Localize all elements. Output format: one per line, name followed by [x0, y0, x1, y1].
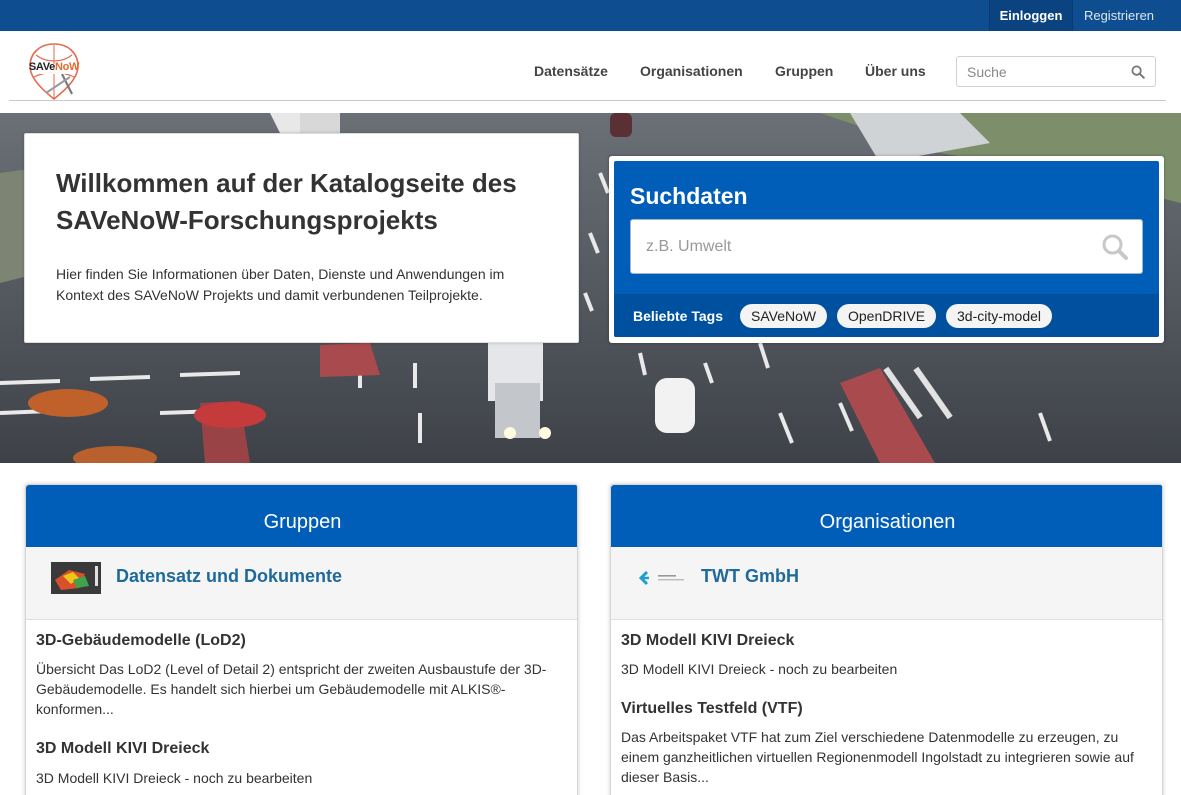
featured-organisation-title[interactable]: TWT GmbH	[701, 565, 799, 587]
nav-organisations[interactable]: Organisationen	[640, 62, 743, 80]
org-dataset-desc: 3D Modell KIVI Dreieck - noch zu bearbei…	[621, 661, 898, 677]
nav-datasets[interactable]: Datensätze	[534, 62, 608, 80]
org-dataset-desc: Das Arbeitspaket VTF hat zum Ziel versch…	[621, 729, 1134, 785]
search-card-inner: Suchdaten Beliebte Tags SAVeNoW OpenDRIV…	[614, 161, 1159, 337]
welcome-title: Willkommen auf der Katalogseite des SAVe…	[56, 168, 517, 235]
search-title: Suchdaten	[630, 183, 748, 209]
featured-group[interactable]: Datensatz und Dokumente	[26, 547, 577, 620]
organisations-panel: Organisationen TWT GmbH 3D Modell KIVI D…	[610, 484, 1163, 795]
groups-panel: Gruppen Datensatz und Dokumente 3D-Gebäu…	[25, 484, 578, 795]
group-dataset-desc: Übersicht Das LoD2 (Level of Detail 2) e…	[36, 661, 547, 717]
popular-tags-bar: Beliebte Tags SAVeNoW OpenDRIVE 3d-city-…	[614, 294, 1159, 337]
welcome-text: Hier finden Sie Informationen über Daten…	[56, 266, 505, 303]
search-card: Suchdaten Beliebte Tags SAVeNoW OpenDRIV…	[609, 156, 1164, 343]
tag-opendrive[interactable]: OpenDRIVE	[837, 304, 937, 328]
org-dataset-title[interactable]: Virtuelles Testfeld (VTF)	[621, 699, 803, 719]
dataset-search-field	[630, 219, 1143, 274]
org-dataset-title[interactable]: 3D Modell KIVI Dreieck	[621, 631, 794, 651]
groups-title: Gruppen	[263, 511, 342, 533]
popular-tags-label: Beliebte Tags	[633, 308, 723, 324]
savenow-logo[interactable]: SAVeNoW	[24, 41, 84, 101]
masthead-divider	[9, 100, 1166, 101]
welcome-card: Willkommen auf der Katalogseite des SAVe…	[24, 133, 579, 343]
register-link[interactable]: Registrieren	[1074, 0, 1164, 31]
site-search-input[interactable]	[967, 63, 1127, 81]
search-icon[interactable]	[1101, 233, 1129, 261]
group-dataset-title[interactable]: 3D-Gebäudemodelle (LoD2)	[36, 631, 246, 651]
nav-groups[interactable]: Gruppen	[775, 62, 833, 80]
account-bar: Einloggen Registrieren	[0, 0, 1181, 31]
tag-3d-city-model[interactable]: 3d-city-model	[946, 304, 1053, 328]
twt-logo-icon	[636, 562, 686, 594]
search-icon[interactable]	[1131, 65, 1145, 79]
masthead: SAVeNoW Datensätze Organisationen Gruppe…	[0, 31, 1181, 113]
group-dataset-desc: 3D Modell KIVI Dreieck - noch zu bearbei…	[36, 770, 313, 786]
nav-about[interactable]: Über uns	[865, 62, 926, 80]
tag-savenow[interactable]: SAVeNoW	[740, 304, 828, 328]
site-search	[956, 56, 1156, 87]
featured-organisation[interactable]: TWT GmbH	[611, 547, 1162, 620]
login-link[interactable]: Einloggen	[989, 0, 1073, 31]
groups-header: Gruppen	[26, 485, 577, 547]
group-dataset-title[interactable]: 3D Modell KIVI Dreieck	[36, 739, 209, 759]
organisations-title: Organisationen	[819, 511, 956, 533]
dataset-search-input[interactable]	[646, 236, 1076, 258]
group-thumbnail-icon	[51, 562, 101, 594]
organisations-header: Organisationen	[611, 485, 1162, 547]
featured-group-title[interactable]: Datensatz und Dokumente	[116, 565, 342, 587]
logo-text: SAVeNoW	[28, 61, 80, 73]
